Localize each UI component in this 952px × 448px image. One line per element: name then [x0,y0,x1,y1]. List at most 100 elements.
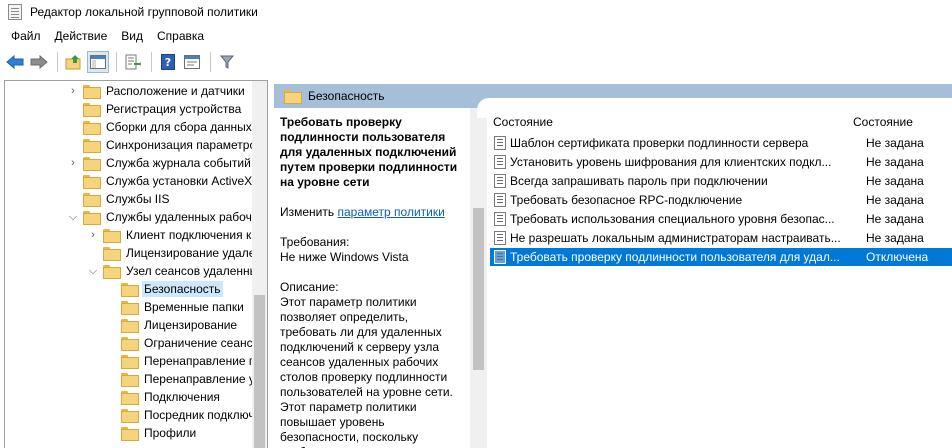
column-header-setting[interactable]: Состояние [493,115,853,129]
tree-item-label: Службы IIS [106,192,170,206]
tree-item[interactable]: ⌵ Узел сеансов удаленных [87,262,266,280]
tree-item[interactable]: ›Профили [105,424,198,442]
tree-item-label: Посредник подключе [144,408,262,422]
filter-button[interactable] [216,51,238,73]
policy-setting-icon [494,250,506,264]
setting-row[interactable]: Требовать использования специального уро… [490,210,952,228]
tree-item-label: Ограничение сеансов [144,336,266,350]
folder-icon [103,247,121,261]
setting-row[interactable]: Требовать безопасное RPC-подключение Не з… [490,191,952,209]
tree-item[interactable]: ›Безопасность [105,280,223,298]
edit-policy-line: Изменить параметр политики [280,205,460,220]
tree-item[interactable]: › Расположение и датчики [67,82,247,100]
policy-title: Требовать проверку подлинности пользоват… [280,115,458,189]
tree-item-label: Клиент подключения к [126,228,252,242]
description-block: Описание: Этот параметр политики позволя… [280,280,460,448]
folder-icon [121,427,139,441]
tree-item[interactable]: › Клиент подключения к [87,226,253,244]
tree-item[interactable]: ›Служба установки ActiveX [67,172,254,190]
tree-item[interactable]: ›Ограничение сеансов [105,334,267,352]
setting-row[interactable]: Не разрешать локальным администраторам н… [490,229,952,247]
setting-name: Установить уровень шифрования для клиент… [510,155,832,169]
tree-item[interactable]: ›Лицензирование удален [87,244,264,262]
tree-item-label: Временные папки [144,300,244,314]
folder-icon [121,409,139,423]
setting-row[interactable]: Установить уровень шифрования для клиент… [490,153,952,171]
setting-name: Не разрешать локальным администраторам н… [510,231,841,245]
tree-item[interactable]: ⌵ Службы удаленных рабочих [67,208,267,226]
description-pane: Требовать проверку подлинности пользоват… [274,108,470,448]
menu-file[interactable]: Файл [0,25,48,47]
column-header-state[interactable]: Состояние [853,115,913,129]
folder-icon [121,373,139,387]
menu-action[interactable]: Действие [48,25,115,47]
policy-setting-icon [494,174,506,188]
tree-item[interactable]: ›Службы IIS [67,190,171,208]
description-scrollbar-thumb[interactable] [473,208,484,370]
tree-item-label: Служба журнала событий [106,156,251,170]
tree-item-label: Перенаправление уст [144,372,267,386]
tree-item-label: Расположение и датчики [106,84,245,98]
setting-row[interactable]: Всегда запрашивать пароль при подключени… [490,172,952,190]
edit-policy-link[interactable]: параметр политики [337,205,444,219]
tree-scrollbar-thumb[interactable] [254,295,265,448]
tree-item-label: Регистрация устройства [106,102,242,116]
setting-state: Не задана [866,136,924,150]
tree-item[interactable]: › Служба журнала событий [67,154,253,172]
show-tree-button[interactable] [87,51,109,73]
edit-prefix: Изменить [280,205,335,219]
folder-icon [83,193,101,207]
description-scrollbar[interactable] [470,108,487,448]
tree-item-label: Узел сеансов удаленных [126,264,265,278]
policy-setting-icon [494,231,506,245]
chevron-right-icon[interactable]: › [67,82,79,100]
setting-row[interactable]: Шаблон сертификата проверки подлинности … [490,134,952,152]
properties-icon [184,55,200,69]
list-header: Состояние Состояние [493,113,952,130]
chevron-right-icon[interactable]: › [87,226,99,244]
folder-icon [121,391,139,405]
folder-icon [83,103,101,117]
setting-state: Не задана [866,155,924,169]
tree-item[interactable]: ›Сборки для сбора данных [67,118,254,136]
tree-item[interactable]: ›Регистрация устройства [67,100,243,118]
setting-row[interactable]: Требовать проверку подлинности пользоват… [490,248,952,266]
description-text: Этот параметр политики позволяет определ… [280,295,453,448]
chevron-right-icon[interactable]: › [67,154,79,172]
export-list-icon [125,54,141,70]
back-button[interactable] [4,51,26,73]
chevron-down-icon[interactable]: ⌵ [87,262,99,280]
setting-name: Требовать проверку подлинности пользоват… [510,250,840,264]
folder-icon [83,139,101,153]
policy-editor-icon [8,4,22,20]
properties-button[interactable] [181,51,203,73]
forward-button[interactable] [28,51,50,73]
chevron-down-icon[interactable]: ⌵ [67,208,79,226]
toolbar: ? [0,48,952,76]
folder-icon [83,121,101,135]
svg-text:?: ? [165,56,171,69]
folder-up-icon [65,55,81,70]
tree-item[interactable]: ›Синхронизация параметров [67,136,265,154]
tree-item[interactable]: ›Перенаправление уст [105,370,267,388]
tree-item[interactable]: ›Временные папки [105,298,246,316]
tree-item[interactable]: ›Перенаправление пр [105,352,264,370]
setting-state: Не задана [866,174,924,188]
up-level-button[interactable] [63,51,85,73]
setting-name: Всегда запрашивать пароль при подключени… [510,174,768,188]
tree-item[interactable]: ›Лицензирование [105,316,239,334]
folder-icon [103,265,121,279]
export-list-button[interactable] [122,51,144,73]
toolbar-separator [151,52,152,72]
setting-name: Требовать безопасное RPC-подключение [510,193,743,207]
help-button[interactable]: ? [157,51,179,73]
setting-state: Не задана [866,231,924,245]
setting-state: Не задана [866,212,924,226]
tree-item[interactable]: ›Посредник подключе [105,406,263,424]
menu-help[interactable]: Справка [150,25,211,47]
tree-item[interactable]: ›Подключения [105,388,222,406]
tree-scrollbar[interactable] [252,81,267,448]
toolbar-separator [210,52,211,72]
menu-view[interactable]: Вид [114,25,150,47]
menu-bar: Файл Действие Вид Справка [0,25,952,47]
